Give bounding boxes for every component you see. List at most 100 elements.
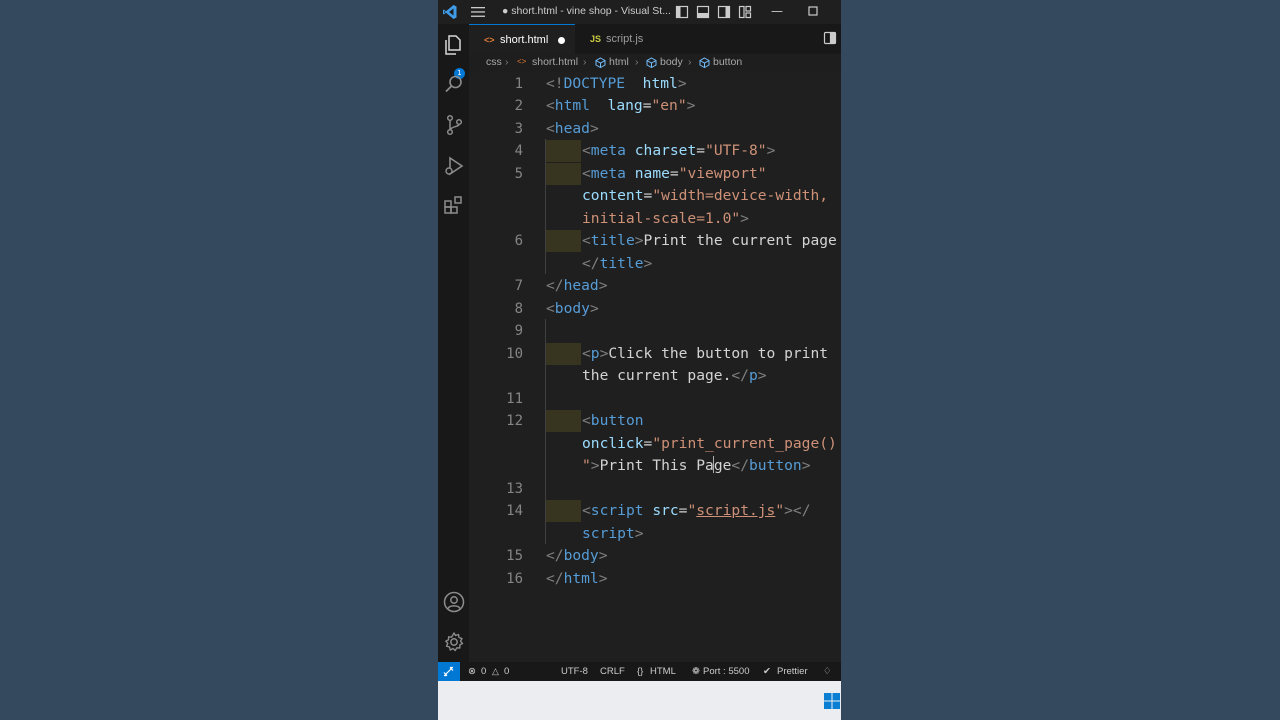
code-line[interactable]: onclick="print_current_page()	[582, 433, 837, 455]
code-line[interactable]: <button	[582, 410, 644, 432]
code-line[interactable]: </body>	[546, 545, 608, 567]
error-icon[interactable]: ⊗	[468, 666, 476, 677]
code-line[interactable]: <meta name="viewport"	[582, 163, 767, 185]
code-line[interactable]: initial-scale=1.0">	[582, 208, 749, 230]
code-line[interactable]: </html>	[546, 568, 608, 590]
warnings-count[interactable]: 0	[504, 666, 509, 677]
code-line[interactable]: <meta charset="UTF-8">	[582, 140, 775, 162]
prettier-status[interactable]: Prettier	[777, 666, 808, 677]
unsaved-dot-icon[interactable]	[558, 37, 565, 44]
breadcrumb-item[interactable]: short.html	[532, 56, 578, 68]
customize-layout-icon[interactable]	[738, 5, 752, 19]
code-line[interactable]: the current page.</p>	[582, 365, 767, 387]
chevron-right-icon: ›	[635, 56, 639, 68]
code-token: >	[634, 232, 644, 249]
indent-highlight	[546, 342, 581, 365]
code-token: Print the current page	[643, 232, 837, 249]
code-line[interactable]: content="width=device-width,	[582, 185, 828, 207]
code-token: "print_current_page()	[652, 434, 837, 452]
code-token: "	[582, 457, 591, 474]
code-token: >	[598, 277, 608, 294]
code-line[interactable]: <html lang="en">	[546, 95, 695, 117]
code-token: p	[748, 367, 758, 384]
breadcrumb-item[interactable]: body	[660, 56, 683, 68]
source-control-icon[interactable]	[442, 113, 466, 137]
line-number: 6	[514, 233, 523, 249]
vscode-logo-icon	[443, 5, 457, 19]
breadcrumb-item[interactable]: button	[713, 56, 742, 68]
braces-icon: {}	[637, 666, 644, 677]
code-token: "viewport"	[678, 164, 767, 182]
code-token: script.js	[696, 502, 776, 519]
line-number: 10	[506, 345, 523, 362]
warning-icon[interactable]: △	[492, 666, 499, 677]
code-token: ></	[784, 502, 811, 519]
remote-indicator[interactable]	[438, 662, 460, 681]
code-line[interactable]: <script src="script.js"></	[582, 500, 811, 522]
code-token: >	[590, 457, 600, 474]
tab-short-html[interactable]: <> short.html	[469, 24, 575, 54]
code-line[interactable]: <body>	[546, 298, 599, 320]
code-token: </	[546, 569, 564, 587]
code-token: html	[642, 74, 678, 92]
symbol-element-icon	[595, 57, 606, 68]
extensions-icon[interactable]	[442, 193, 466, 217]
toggle-secondary-sidebar-icon[interactable]	[717, 5, 731, 19]
line-number: 14	[506, 503, 523, 519]
code-token: </	[582, 254, 600, 272]
code-token: "	[775, 502, 785, 519]
problems-count[interactable]: 0	[481, 666, 486, 677]
code-token: charset	[634, 142, 697, 159]
toggle-primary-sidebar-icon[interactable]	[675, 5, 689, 19]
language-mode[interactable]: HTML	[650, 666, 676, 677]
line-number: 11	[506, 390, 523, 407]
toggle-panel-icon[interactable]	[696, 5, 710, 19]
explorer-icon[interactable]	[442, 33, 466, 57]
eol-status[interactable]: CRLF	[600, 666, 625, 677]
code-line[interactable]: ">Print This Page</button>	[582, 455, 811, 477]
run-debug-icon[interactable]	[442, 154, 466, 178]
indent-highlight	[546, 230, 581, 252]
code-line[interactable]: <title>Print the current page	[582, 230, 837, 252]
hamburger-menu-icon[interactable]	[470, 5, 486, 19]
line-number: 4	[514, 143, 523, 159]
code-token: html	[563, 569, 599, 587]
minimize-icon[interactable]: —	[769, 3, 785, 19]
encoding-status[interactable]: UTF-8	[561, 666, 588, 677]
breadcrumb-item[interactable]: html	[609, 56, 629, 68]
account-icon[interactable]	[442, 590, 466, 614]
code-line[interactable]: <p>Click the button to print	[582, 343, 828, 365]
tab-script-js[interactable]: JS script.js	[575, 24, 671, 54]
code-token: =	[643, 187, 653, 204]
code-token: </	[731, 367, 749, 384]
breadcrumb-item[interactable]: css	[486, 56, 502, 68]
line-number: 16	[506, 570, 523, 587]
code-token: >	[801, 457, 811, 474]
settings-gear-icon[interactable]	[442, 630, 466, 654]
code-line[interactable]: script>	[582, 523, 644, 545]
code-token: Print This Pa	[599, 457, 714, 474]
code-token: meta	[590, 164, 626, 182]
code-line[interactable]: </title>	[582, 253, 652, 275]
code-token: <	[546, 299, 555, 317]
broadcast-icon: ❁	[692, 666, 700, 677]
code-token: script	[590, 502, 644, 519]
code-line[interactable]: <head>	[546, 118, 599, 140]
split-editor-icon[interactable]	[823, 31, 837, 45]
code-token: =	[669, 164, 679, 182]
code-editor[interactable]: <!DOCTYPE html> 1 <html lang="en"> 2 <head> 3…	[469, 72, 841, 662]
line-number: 2	[514, 98, 523, 114]
line-number: 12	[506, 413, 523, 429]
windows-start-icon[interactable]	[823, 692, 841, 710]
notifications-icon[interactable]: ♢	[823, 666, 832, 677]
remote-icon	[443, 666, 454, 677]
search-icon[interactable]	[442, 72, 466, 96]
os-taskbar	[438, 681, 841, 720]
code-line[interactable]: <!DOCTYPE html>	[546, 73, 687, 95]
code-line[interactable]: </head>	[546, 275, 608, 297]
live-server-port[interactable]: Port : 5500	[703, 666, 749, 677]
title-bar: ● short.html - vine shop - Visual St... …	[438, 0, 841, 24]
symbol-element-icon	[699, 57, 710, 68]
maximize-icon[interactable]	[806, 4, 820, 18]
